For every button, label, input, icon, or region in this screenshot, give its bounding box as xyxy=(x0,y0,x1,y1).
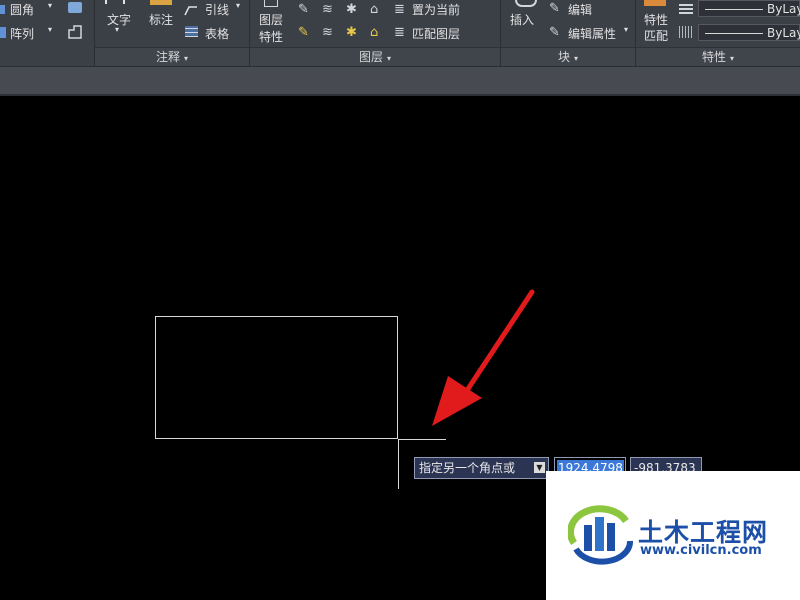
set-current-icon: ≣ xyxy=(394,2,405,17)
edit-attributes-dropdown-icon[interactable]: ▾ xyxy=(624,25,628,34)
annotation-panel-title[interactable]: 注释 ▾ xyxy=(95,47,249,66)
prompt-options-icon[interactable]: ▼ xyxy=(534,462,545,473)
rectangle-preview xyxy=(155,316,398,439)
offset-icon[interactable] xyxy=(66,24,84,40)
layer-unisolate-icon[interactable]: ≋ xyxy=(322,26,333,40)
layers-expand-icon: ▾ xyxy=(387,54,392,63)
block-title-label: 块 xyxy=(557,50,570,64)
block-panel: 插入 ✎ 编辑 ✎ 编辑属性 ▾ 块 ▾ xyxy=(501,0,636,66)
dimension-icon xyxy=(150,0,172,5)
edit-attributes-icon: ✎ xyxy=(549,25,560,40)
match-properties-icon xyxy=(644,0,666,6)
red-arrow-icon xyxy=(432,289,535,426)
layer-on-icon[interactable]: ✎ xyxy=(298,26,309,40)
fillet-button[interactable]: 圆角 xyxy=(10,1,34,18)
table-icon xyxy=(185,26,198,37)
properties-panel-title[interactable]: 特性 ▾ xyxy=(636,47,800,66)
properties-expand-icon: ▾ xyxy=(730,54,735,63)
linetype-value: ByLay xyxy=(767,2,800,16)
file-tab-strip xyxy=(0,67,800,94)
lineweight-value: ByLay xyxy=(767,26,800,40)
array-icon xyxy=(0,27,6,38)
fillet-icon xyxy=(0,5,5,14)
layer-properties-label-2[interactable]: 特性 xyxy=(259,28,283,45)
properties-panel: 特性 匹配 ByLay ByLay 特性 ▾ xyxy=(636,0,800,66)
match-layer-button[interactable]: 匹配图层 xyxy=(412,25,460,42)
layer-properties-icon xyxy=(264,0,278,7)
leader-icon xyxy=(184,6,197,16)
layer-properties-label-1[interactable]: 图层 xyxy=(259,11,283,28)
insert-button[interactable]: 插入 xyxy=(510,11,534,28)
match-layer-icon: ≣ xyxy=(394,25,405,40)
array-dropdown-icon[interactable]: ▾ xyxy=(48,25,52,34)
lineweight-icon xyxy=(679,26,693,38)
linetype-preview-line xyxy=(705,9,763,10)
text-icon xyxy=(105,0,125,4)
civilcn-logo-icon xyxy=(568,505,633,565)
set-current-button[interactable]: 置为当前 xyxy=(412,1,460,18)
properties-title-label: 特性 xyxy=(701,50,726,64)
match-properties-label-1[interactable]: 特性 xyxy=(644,11,668,28)
crosshair-horizontal xyxy=(398,439,446,440)
layer-off-icon[interactable]: ✎ xyxy=(298,3,309,17)
array-button[interactable]: 阵列 xyxy=(10,25,34,42)
insert-icon xyxy=(515,0,537,7)
edit-block-icon: ✎ xyxy=(549,1,560,16)
layer-lock-icon[interactable]: ⌂ xyxy=(370,3,378,17)
leader-button[interactable]: 引线 xyxy=(205,1,229,18)
watermark-url: www.civilcn.com xyxy=(640,543,762,558)
annotation-panel: 文字 ▾ 标注 引线 ▾ 表格 注释 ▾ xyxy=(95,0,250,66)
fillet-dropdown-icon[interactable]: ▾ xyxy=(48,1,52,10)
leader-dropdown-icon[interactable]: ▾ xyxy=(236,1,240,10)
table-button[interactable]: 表格 xyxy=(205,25,229,42)
command-prompt-text: 指定另一个角点或 xyxy=(419,461,516,475)
text-dropdown-icon[interactable]: ▾ xyxy=(115,25,119,34)
lineweight-preview-line xyxy=(705,33,763,34)
command-prompt-tooltip: 指定另一个角点或 ▼ xyxy=(414,457,549,479)
layer-thaw-icon[interactable]: ✱ xyxy=(346,26,357,40)
edit-attributes-button[interactable]: 编辑属性 xyxy=(568,25,616,42)
annotation-title-label: 注释 xyxy=(155,50,180,64)
watermark: 土木工程网 www.civilcn.com xyxy=(546,471,800,600)
dimension-button[interactable]: 标注 xyxy=(149,11,173,28)
modify-panel: 圆角 ▾ 阵列 ▾ xyxy=(0,0,95,66)
annotation-expand-icon: ▾ xyxy=(184,54,189,63)
block-expand-icon: ▾ xyxy=(574,54,579,63)
layer-unlock-icon[interactable]: ⌂ xyxy=(370,26,378,40)
linetype-icon xyxy=(679,2,693,14)
linetype-select[interactable]: ByLay xyxy=(698,0,800,17)
layers-title-label: 图层 xyxy=(358,50,383,64)
layers-panel: 图层 特性 ✎ ≋ ✱ ⌂ ≣ 置为当前 ✎ ≋ ✱ ⌂ ≣ 匹配图层 图层 ▾ xyxy=(250,0,501,66)
crosshair-vertical xyxy=(398,439,399,489)
lineweight-select[interactable]: ByLay xyxy=(698,24,800,41)
ribbon: 圆角 ▾ 阵列 ▾ 文字 ▾ 标注 引线 ▾ 表格 注释 ▾ 图层 特性 ✎ ≋ … xyxy=(0,0,800,67)
layer-freeze-icon[interactable]: ✱ xyxy=(346,3,357,17)
block-panel-title[interactable]: 块 ▾ xyxy=(501,47,635,66)
match-properties-label-2[interactable]: 匹配 xyxy=(644,27,668,44)
edit-block-button[interactable]: 编辑 xyxy=(568,1,592,18)
layer-isolate-icon[interactable]: ≋ xyxy=(322,3,333,17)
solid-icon[interactable] xyxy=(68,2,82,13)
layers-panel-title[interactable]: 图层 ▾ xyxy=(250,47,500,66)
